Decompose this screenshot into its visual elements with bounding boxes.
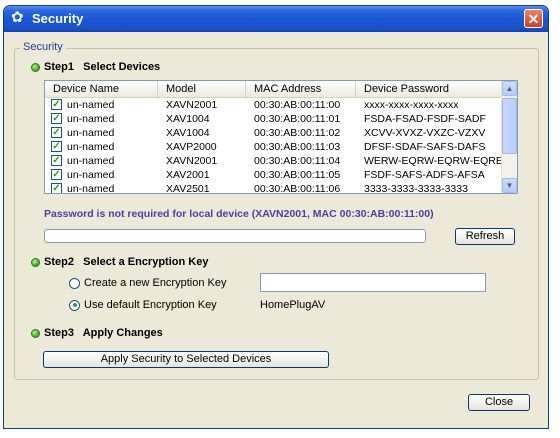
- column-device-name[interactable]: Device Name: [45, 81, 158, 97]
- local-device-notice: Password is not required for local devic…: [44, 208, 434, 220]
- device-name-cell: un-named: [67, 113, 115, 125]
- step3-label: Step3 Apply Changes: [44, 327, 163, 339]
- checkbox-icon[interactable]: ✓: [51, 183, 62, 193]
- mac-address-cell: 00:30:AB:00:11:01: [254, 113, 341, 125]
- list-scrollbar[interactable]: ▲ ▼: [501, 81, 517, 193]
- table-row[interactable]: ✓ un-named XAV1004 00:30:AB:00:11:02 XCVV-XV…: [45, 126, 503, 140]
- device-password-cell: XCVV-XVXZ-VXZC-VZXV: [364, 127, 486, 139]
- step2-heading: Step2 Select a Encryption Key: [31, 256, 208, 268]
- column-device-password[interactable]: Device Password: [356, 81, 503, 97]
- window-title: Security: [32, 11, 84, 26]
- device-password-cell: FSDA-FSAD-FSDF-SADF: [364, 113, 486, 125]
- mac-address-cell: 00:30:AB:00:11:05: [254, 169, 341, 181]
- radio-create-new-key[interactable]: Create a new Encryption Key: [69, 277, 226, 289]
- device-name-cell: un-named: [67, 169, 115, 181]
- list-header: Device Name Model MAC Address Device Pas…: [45, 81, 503, 98]
- step3-heading: Step3 Apply Changes: [31, 327, 163, 339]
- default-key-value: HomePlugAV: [260, 299, 326, 311]
- device-list[interactable]: Device Name Model MAC Address Device Pas…: [44, 80, 518, 194]
- step1-heading: Step1 Select Devices: [31, 61, 160, 73]
- device-password-cell: 3333-3333-3333-3333: [364, 183, 468, 194]
- model-cell: XAV1004: [166, 113, 210, 125]
- status-dot-icon: [31, 257, 40, 267]
- status-dot-icon: [31, 62, 40, 72]
- radio-button-icon[interactable]: [69, 299, 80, 311]
- radio-use-default-key[interactable]: Use default Encryption Key: [69, 299, 217, 311]
- device-name-cell: un-named: [67, 99, 115, 111]
- window-close-button[interactable]: ✕: [524, 9, 543, 28]
- table-row[interactable]: ✓ un-named XAV2001 00:30:AB:00:11:05 FSDF-SA…: [45, 168, 503, 182]
- model-cell: XAVN2001: [166, 99, 218, 111]
- column-model[interactable]: Model: [158, 81, 246, 97]
- scroll-up-icon[interactable]: ▲: [502, 81, 517, 96]
- model-cell: XAV2001: [166, 169, 210, 181]
- step2-label: Step2 Select a Encryption Key: [44, 256, 209, 268]
- title-bar[interactable]: ✿ Security ✕: [4, 6, 548, 32]
- checkbox-icon[interactable]: ✓: [51, 141, 62, 152]
- device-password-cell: xxxx-xxxx-xxxx-xxxx: [364, 99, 459, 111]
- mac-address-cell: 00:30:AB:00:11:03: [254, 141, 341, 153]
- gear-icon: ✿: [11, 9, 24, 26]
- scroll-thumb[interactable]: [502, 98, 517, 154]
- radio-use-default-label[interactable]: Use default Encryption Key: [84, 299, 217, 311]
- step1-label: Step1 Select Devices: [44, 61, 161, 73]
- mac-address-cell: 00:30:AB:00:11:02: [254, 127, 341, 139]
- apply-security-button[interactable]: Apply Security to Selected Devices: [43, 351, 329, 368]
- model-cell: XAVN2001: [166, 155, 218, 167]
- device-name-cell: un-named: [67, 183, 115, 194]
- device-password-cell: WERW-EQRW-EQRW-EQRE: [364, 155, 503, 167]
- device-password-cell: DFSF-SDAF-SAFS-DAFS: [364, 141, 486, 153]
- progress-bar: [44, 229, 426, 243]
- refresh-button[interactable]: Refresh: [455, 228, 515, 245]
- model-cell: XAV2501: [166, 183, 210, 194]
- mac-address-cell: 00:30:AB:00:11:00: [254, 99, 341, 111]
- model-cell: XAVP2000: [166, 141, 217, 153]
- table-row[interactable]: ✓ un-named XAVN2001 00:30:AB:00:11:00 xxxx-x…: [45, 98, 503, 112]
- radio-button-icon[interactable]: [69, 277, 80, 289]
- checkbox-icon[interactable]: ✓: [51, 99, 62, 110]
- table-row[interactable]: ✓ un-named XAV2501 00:30:AB:00:11:06 3333-33…: [45, 182, 503, 194]
- group-legend: Security: [20, 41, 66, 53]
- model-cell: XAV1004: [166, 127, 210, 139]
- column-mac-address[interactable]: MAC Address: [246, 81, 356, 97]
- table-row[interactable]: ✓ un-named XAVN2001 00:30:AB:00:11:04 WERW-E…: [45, 154, 503, 168]
- checkbox-icon[interactable]: ✓: [51, 113, 62, 124]
- scroll-down-icon[interactable]: ▼: [502, 178, 517, 193]
- checkbox-icon[interactable]: ✓: [51, 169, 62, 180]
- radio-create-new-label[interactable]: Create a new Encryption Key: [84, 277, 226, 289]
- table-row[interactable]: ✓ un-named XAV1004 00:30:AB:00:11:01 FSDA-FS…: [45, 112, 503, 126]
- device-name-cell: un-named: [67, 155, 115, 167]
- new-key-input[interactable]: [260, 273, 486, 292]
- mac-address-cell: 00:30:AB:00:11:06: [254, 183, 341, 194]
- checkbox-icon[interactable]: ✓: [51, 127, 62, 138]
- device-name-cell: un-named: [67, 141, 115, 153]
- mac-address-cell: 00:30:AB:00:11:04: [254, 155, 341, 167]
- device-name-cell: un-named: [67, 127, 115, 139]
- device-password-cell: FSDF-SAFS-ADFS-AFSA: [364, 169, 485, 181]
- status-dot-icon: [31, 328, 40, 338]
- table-row[interactable]: ✓ un-named XAVP2000 00:30:AB:00:11:03 DFSF-S…: [45, 140, 503, 154]
- checkbox-icon[interactable]: ✓: [51, 155, 62, 166]
- close-button[interactable]: Close: [468, 394, 530, 411]
